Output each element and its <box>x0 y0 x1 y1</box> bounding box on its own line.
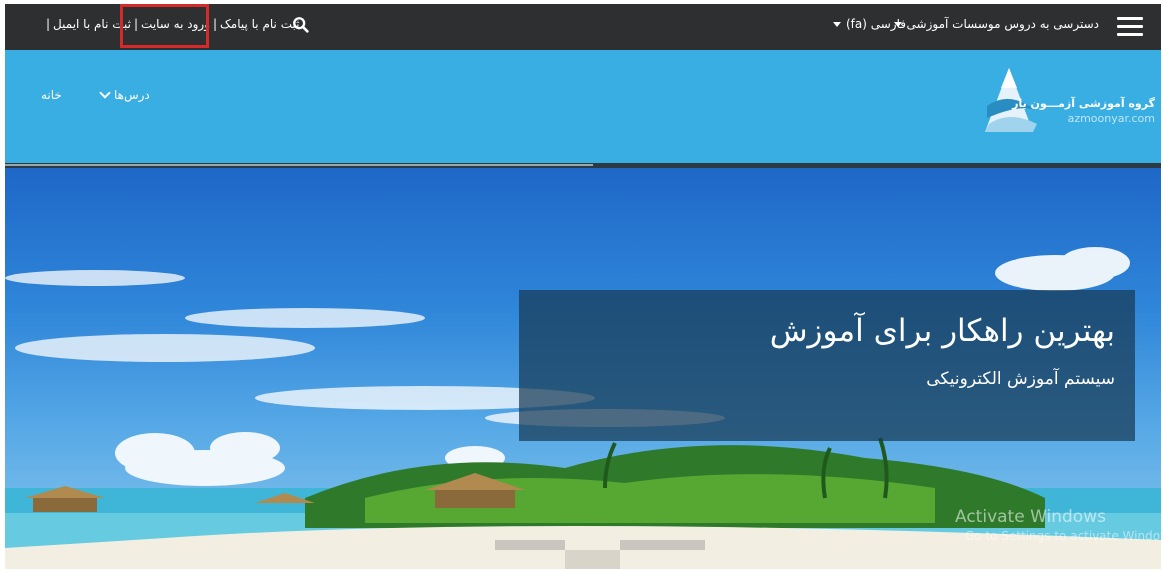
windows-watermark-title: Activate Windows <box>955 507 1106 527</box>
caret-down-icon <box>832 22 841 27</box>
hero-slider: بهترین راهکار برای آموزش سیستم آموزش الک… <box>5 168 1161 569</box>
hamburger-menu-icon[interactable] <box>1117 17 1143 37</box>
chevron-down-icon <box>99 87 111 99</box>
courses-access-label: دسترسی به دروس موسسات آموزشی <box>906 17 1099 31</box>
slider-progress-line <box>5 164 593 166</box>
language-menu[interactable]: فارسی (fa) <box>832 17 906 31</box>
top-navbar: دسترسی به دروس موسسات آموزشی فارسی (fa) … <box>5 4 1161 50</box>
hero-subtitle: سیستم آموزش الکترونیکی <box>926 369 1115 389</box>
login-highlight-box <box>120 4 209 48</box>
logo-text: گروه آموزشی آزمـــون یار <box>1012 97 1155 110</box>
courses-access-menu[interactable]: دسترسی به دروس موسسات آموزشی <box>893 17 1099 31</box>
hero-caption-box: بهترین راهکار برای آموزش سیستم آموزش الک… <box>519 290 1135 441</box>
language-label: فارسی (fa) <box>845 17 906 31</box>
browser-viewport: دسترسی به دروس موسسات آموزشی فارسی (fa) … <box>5 4 1161 569</box>
nav-home[interactable]: خانه <box>41 88 62 102</box>
logo-url-text: azmoonyar.com <box>1067 112 1155 125</box>
register-sms-link[interactable]: ثبت نام با پیامک <box>220 17 299 31</box>
hero-title: بهترین راهکار برای آموزش <box>769 313 1115 349</box>
nav-courses[interactable]: درس‌ها <box>99 87 150 102</box>
nav-courses-label: درس‌ها <box>114 88 150 102</box>
windows-watermark-subtitle: Go to Settings to activate Windows. <box>965 529 1161 543</box>
site-header: خانه درس‌ها گروه آموزشی آزمـــون یار azm… <box>5 50 1161 164</box>
